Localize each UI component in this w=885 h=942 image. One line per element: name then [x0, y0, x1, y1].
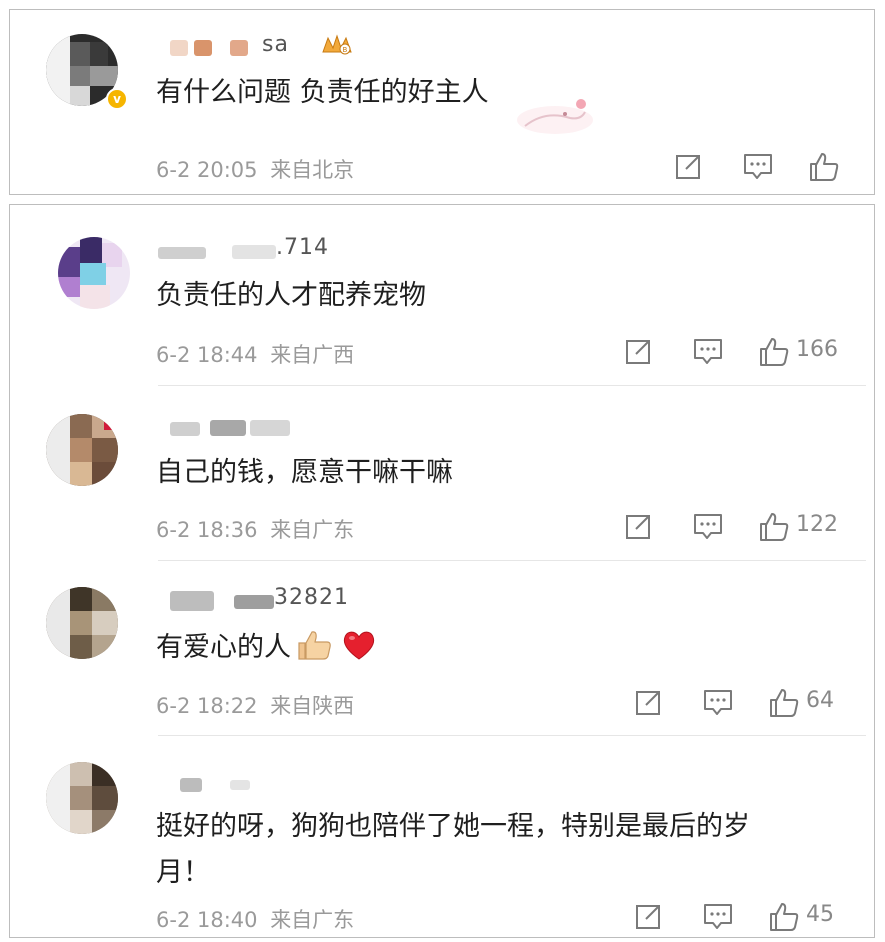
comment-location: 来自广西 — [270, 343, 355, 367]
avatar[interactable] — [46, 762, 118, 834]
like-count: 45 — [806, 902, 834, 927]
comment-item: 自己的钱，愿意干嘛干嘛 6-2 18:36 来自广东 122 — [10, 386, 874, 560]
svg-text:B: B — [343, 46, 348, 54]
featured-comment-card: v sa B 有什么问题 负责任的好主人 6-2 20:05 来自北京 — [9, 9, 875, 195]
thumbs-up-icon[interactable] — [768, 901, 800, 933]
comment-text: 有什么问题 负责任的好主人 — [156, 77, 489, 108]
share-icon[interactable] — [674, 151, 704, 181]
username[interactable]: .714 — [158, 235, 358, 263]
comment-location: 来自北京 — [270, 158, 355, 182]
username[interactable]: sa B — [170, 32, 370, 60]
thumbs-up-icon[interactable] — [758, 336, 790, 368]
username[interactable] — [170, 766, 370, 792]
comment-item: 32821 有爱心的人 6-2 18:22 来自陕西 64 — [10, 561, 874, 735]
comment-actions: 64 — [634, 687, 874, 719]
comment-text: 负责任的人才配养宠物 — [156, 280, 426, 311]
comment-text-line: 月！ — [156, 857, 210, 888]
comment-meta: 6-2 18:22 来自陕西 — [156, 690, 354, 720]
comment-icon[interactable] — [742, 151, 774, 181]
avatar[interactable] — [46, 587, 118, 659]
comment-location: 来自广东 — [270, 518, 355, 542]
comment-time: 6-2 20:05 — [156, 158, 258, 182]
comment-item: v sa B 有什么问题 负责任的好主人 6-2 20:05 来自北京 — [10, 10, 874, 196]
comment-meta: 6-2 18:44 来自广西 — [156, 339, 354, 369]
comment-item: .714 负责任的人才配养宠物 6-2 18:44 来自广西 166 — [10, 205, 874, 385]
comment-location: 来自陕西 — [270, 694, 355, 718]
share-icon[interactable] — [624, 336, 654, 366]
comment-actions — [674, 151, 854, 183]
comment-meta: 6-2 18:40 来自广东 — [156, 904, 354, 934]
comment-icon[interactable] — [702, 687, 734, 717]
username[interactable]: 32821 — [170, 585, 370, 613]
comment-icon[interactable] — [692, 511, 724, 541]
comment-time: 6-2 18:44 — [156, 343, 258, 367]
avatar[interactable] — [46, 414, 118, 486]
username[interactable] — [170, 414, 370, 440]
comment-meta: 6-2 18:36 来自广东 — [156, 514, 354, 544]
comment-text: 挺好的呀，狗狗也陪伴了她一程，特别是最后的岁 月！ — [156, 806, 750, 894]
red-heart-emoji — [341, 628, 377, 662]
comment-text-content: 有爱心的人 — [156, 632, 291, 663]
comment-list-card: .714 负责任的人才配养宠物 6-2 18:44 来自广西 166 自己的钱，… — [9, 204, 875, 938]
comment-meta: 6-2 20:05 来自北京 — [156, 154, 354, 184]
thumbs-up-emoji — [295, 628, 333, 662]
comment-time: 6-2 18:22 — [156, 694, 258, 718]
like-count: 64 — [806, 688, 834, 713]
comment-text: 自己的钱，愿意干嘛干嘛 — [156, 457, 453, 488]
thumbs-up-icon[interactable] — [758, 511, 790, 543]
comment-icon[interactable] — [692, 336, 724, 366]
comment-text: 有爱心的人 — [156, 627, 377, 669]
comment-time: 6-2 18:36 — [156, 518, 258, 542]
share-icon[interactable] — [634, 687, 664, 717]
comment-item: 挺好的呀，狗狗也陪伴了她一程，特别是最后的岁 月！ 6-2 18:40 来自广东… — [10, 736, 874, 939]
comment-text-line: 挺好的呀，狗狗也陪伴了她一程，特别是最后的岁 — [156, 811, 750, 842]
comment-actions: 166 — [624, 336, 864, 368]
comment-actions: 45 — [634, 901, 874, 933]
like-count: 166 — [796, 337, 838, 362]
comment-time: 6-2 18:40 — [156, 908, 258, 932]
thumbs-up-icon[interactable] — [808, 151, 840, 183]
like-count: 122 — [796, 512, 838, 537]
comment-actions: 122 — [624, 511, 864, 543]
verified-badge-icon: v — [106, 88, 128, 110]
avatar[interactable] — [58, 237, 130, 309]
comment-icon[interactable] — [702, 901, 734, 931]
member-badge-icon: B — [320, 34, 354, 56]
share-icon[interactable] — [624, 511, 654, 541]
comment-decoration-sticker — [515, 90, 595, 135]
thumbs-up-icon[interactable] — [768, 687, 800, 719]
share-icon[interactable] — [634, 901, 664, 931]
comment-location: 来自广东 — [270, 908, 355, 932]
